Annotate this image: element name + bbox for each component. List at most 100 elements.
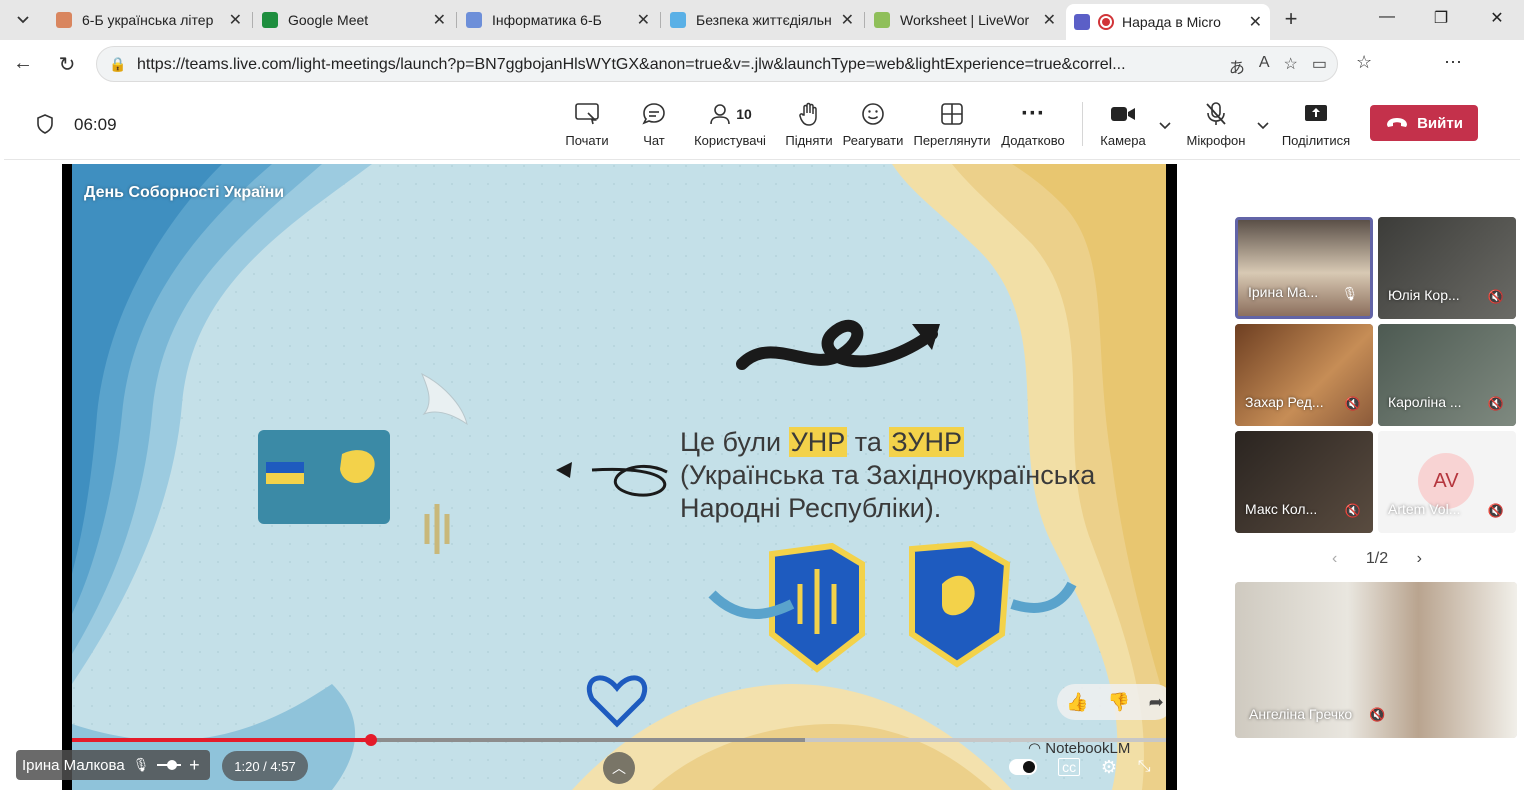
tab-actions-chevron-icon[interactable] [8, 6, 38, 34]
share-button[interactable]: Поділитися [1280, 100, 1352, 152]
participant-pager: ‹ 1/2 › [1332, 548, 1422, 570]
mic-icon: 🎙 [1341, 286, 1358, 301]
camera-options-chevron-icon[interactable] [1158, 118, 1172, 136]
autoplay-toggle[interactable] [1009, 759, 1038, 775]
video-icon[interactable]: ▭ [1312, 54, 1327, 78]
browser-tab-active[interactable]: Нарада в Micro ✕ [1066, 4, 1270, 40]
tab-title: Безпека життєдіяльн [696, 12, 832, 28]
progress-buffered [804, 738, 1166, 742]
video-controls: cc ⚙ ⤡ [999, 749, 1161, 785]
people-count: 10 [736, 106, 752, 122]
tab-title: 6-Б українська літер [82, 12, 214, 28]
participant-tile[interactable]: Юлія Кор... 🔇 [1378, 217, 1516, 319]
more-menu-icon[interactable]: ⋯ [1444, 52, 1462, 73]
browser-tab[interactable]: 6-Б українська літер ✕ [48, 4, 250, 36]
collapse-icon[interactable]: ⤡ [1138, 758, 1151, 776]
more-button[interactable]: ··· Додатково [998, 100, 1068, 152]
tab-favicon-icon [670, 12, 686, 28]
tab-close-icon[interactable]: ✕ [841, 10, 854, 30]
video-progress-bar[interactable] [72, 734, 1166, 746]
screen-start-icon [575, 103, 599, 125]
leave-button[interactable]: Вийти [1370, 105, 1478, 141]
page-indicator: 1/2 [1365, 550, 1389, 567]
site-info-icon[interactable]: 🔒 [109, 56, 126, 73]
browser-tab[interactable]: Інформатика 6-Б ✕ [458, 4, 658, 36]
chat-button[interactable]: Чат [630, 100, 678, 152]
thumbs-up-icon[interactable]: 👍 [1066, 692, 1088, 713]
mic-muted-icon: 🔇 [1487, 289, 1504, 304]
share-screen-icon [1305, 105, 1327, 121]
participant-tile[interactable]: Захар Ред... 🔇 [1235, 324, 1373, 426]
tab-favicon-icon [262, 12, 278, 28]
volume-slider[interactable] [157, 760, 182, 770]
participant-tile[interactable]: AV Artem Vol... 🔇 [1378, 431, 1516, 533]
new-tab-icon[interactable]: + [1278, 6, 1304, 34]
refresh-icon[interactable]: ↻ [54, 52, 80, 77]
tab-favicon-icon [56, 12, 72, 28]
mic-muted-icon: 🔇 [1487, 503, 1504, 518]
teams-favicon-icon [1074, 14, 1090, 30]
mic-muted-icon: 🔇 [1369, 707, 1386, 722]
highlight-unr: УНР [788, 427, 848, 457]
tab-title: Інформатика 6-Б [492, 12, 602, 28]
captions-icon[interactable]: cc [1058, 758, 1081, 776]
raise-hand-button[interactable]: Підняти [784, 100, 834, 152]
share-arrow-icon[interactable]: ➦ [1149, 692, 1164, 713]
browser-tab[interactable]: Безпека життєдіяльн ✕ [662, 4, 862, 36]
browser-tab[interactable]: Google Meet ✕ [254, 4, 454, 36]
minimize-icon[interactable]: — [1372, 8, 1402, 26]
presentation-slide: День Соборності України Це були УНР та З… [72, 164, 1166, 790]
thumbs-down-icon[interactable]: 👎 [1107, 692, 1129, 713]
raise-hand-icon [799, 102, 817, 126]
view-button[interactable]: Переглянути [912, 100, 992, 152]
hang-up-icon [1387, 118, 1408, 127]
camera-icon [1111, 107, 1135, 121]
participant-tile[interactable]: Кароліна ... 🔇 [1378, 324, 1516, 426]
favorites-icon[interactable]: ☆ [1356, 52, 1372, 73]
tab-favicon-icon [466, 12, 482, 28]
people-button[interactable]: 10 Користувачі [690, 100, 770, 152]
teams-meeting: 06:09 Почати Чат 10 Користувачі Підняти … [0, 88, 1524, 800]
back-icon[interactable]: ← [10, 52, 36, 75]
tab-title: Google Meet [288, 12, 369, 28]
translate-icon[interactable]: あ [1229, 54, 1245, 78]
slide-caption: День Соборності України [84, 184, 285, 201]
url-field[interactable]: 🔒 https://teams.live.com/light-meetings/… [96, 46, 1338, 82]
tab-close-icon[interactable]: ✕ [433, 10, 446, 30]
tab-close-icon[interactable]: ✕ [1249, 12, 1262, 32]
settings-gear-icon[interactable]: ⚙ [1101, 757, 1117, 778]
restore-icon[interactable]: ❐ [1426, 8, 1456, 28]
favorite-star-icon[interactable]: ☆ [1284, 54, 1298, 78]
read-aloud-icon[interactable]: A [1259, 54, 1270, 78]
microphone-button[interactable]: Мікрофон [1184, 100, 1248, 152]
mic-muted-icon: 🔇 [1344, 503, 1361, 518]
tab-close-icon[interactable]: ✕ [229, 10, 242, 30]
tab-close-icon[interactable]: ✕ [1043, 10, 1056, 30]
meeting-toolbar: 06:09 Почати Чат 10 Користувачі Підняти … [4, 88, 1520, 160]
recording-icon [1098, 14, 1114, 30]
people-icon [710, 104, 731, 125]
participant-tile[interactable]: Макс Кол... 🔇 [1235, 431, 1373, 533]
progress-played [72, 738, 371, 742]
shield-icon[interactable] [36, 114, 54, 134]
chat-icon [642, 103, 665, 125]
slide-main-text: Це були УНР та ЗУНР (Українська та Захід… [680, 427, 1096, 523]
smile-icon [862, 103, 884, 125]
shared-content-stage: День Соборності України Це були УНР та З… [62, 164, 1177, 790]
close-window-icon[interactable]: ✕ [1482, 8, 1512, 28]
start-button[interactable]: Почати [562, 100, 612, 152]
react-button[interactable]: Реагувати [842, 100, 904, 152]
participant-tile[interactable]: Ірина Ма... 🎙 [1235, 217, 1373, 319]
chevron-left-icon[interactable]: ‹ [1332, 550, 1337, 568]
chevron-right-icon[interactable]: › [1417, 550, 1422, 568]
camera-button[interactable]: Камера [1096, 100, 1150, 152]
mic-options-chevron-icon[interactable] [1256, 118, 1270, 136]
browser-tab[interactable]: Worksheet | LiveWor ✕ [866, 4, 1064, 36]
pinned-participant-tile[interactable]: Ангеліна Гречко 🔇 [1235, 582, 1517, 738]
expand-controls-chevron-icon[interactable]: ︿ [603, 752, 635, 784]
mic-muted-icon: 🔇 [1487, 396, 1504, 411]
progress-knob[interactable] [364, 734, 377, 746]
plus-icon[interactable]: + [189, 755, 200, 776]
tab-close-icon[interactable]: ✕ [637, 10, 650, 30]
mic-muted-icon [1206, 102, 1226, 125]
